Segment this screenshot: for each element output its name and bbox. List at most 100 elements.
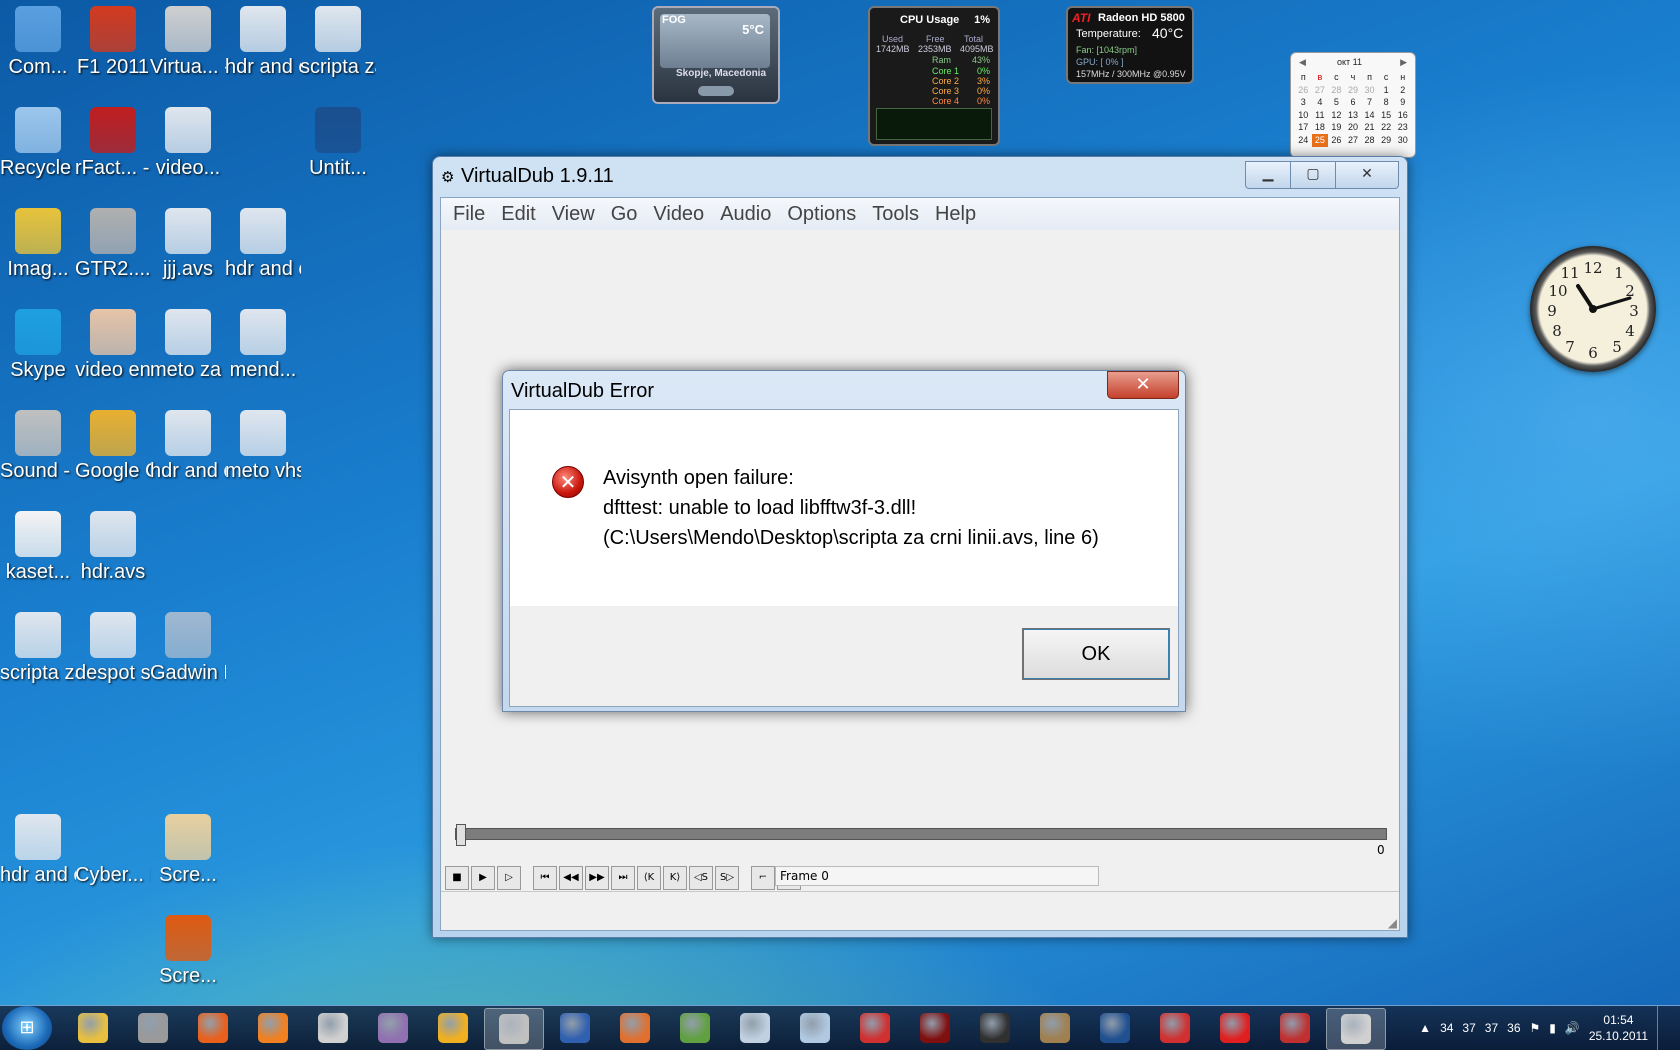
calendar-day[interactable]: 30 [1394,134,1411,147]
calendar-day[interactable]: 16 [1394,109,1411,122]
desktop-icon[interactable]: jjj.avs [150,204,226,314]
calendar-day[interactable]: 26 [1328,134,1345,147]
desktop-icon[interactable]: Cyber... Powe... [75,810,151,920]
ok-button[interactable]: OK [1022,628,1170,680]
desktop-icon[interactable]: Scre... [150,810,226,920]
step-back-button[interactable]: ◀◀ [559,866,583,890]
show-desktop-button[interactable] [1657,1006,1672,1050]
taskbar-app-button[interactable] [64,1008,122,1048]
desktop-icon[interactable]: meto za sv... [150,305,226,415]
tray-temp-4[interactable]: 36 [1507,1021,1520,1035]
taskbar-app-button[interactable] [124,1008,182,1048]
menu-options[interactable]: Options [779,203,864,226]
calendar-next-icon[interactable]: ▶ [1400,57,1407,68]
resize-grip-icon[interactable]: ◢ [1388,916,1397,930]
taskbar-app-button[interactable] [1146,1008,1204,1048]
calendar-day[interactable]: 17 [1295,121,1312,134]
tray-temp-1[interactable]: 34 [1440,1021,1453,1035]
desktop-icon[interactable]: F1 2011 [75,2,151,112]
maximize-button[interactable]: ▢ [1290,161,1336,189]
desktop-icon[interactable]: Recycle Bin [0,103,76,213]
calendar-day[interactable]: 27 [1312,84,1329,97]
calendar-day[interactable]: 22 [1378,121,1395,134]
volume-icon[interactable]: 🔊 [1565,1021,1580,1035]
calendar-day[interactable]: 9 [1394,96,1411,109]
desktop-icon[interactable]: Virtua... - Shor... [150,2,226,112]
calendar-day[interactable]: 10 [1295,109,1312,122]
desktop-icon[interactable]: Skype [0,305,76,415]
taskbar-app-button[interactable] [546,1008,604,1048]
taskbar-app-button[interactable] [244,1008,302,1048]
taskbar-clock[interactable]: 01:54 25.10.2011 [1589,1012,1648,1044]
close-button[interactable]: ✕ [1335,161,1399,189]
tray-temp-2[interactable]: 37 [1462,1021,1475,1035]
desktop-icon[interactable]: Untit... [300,103,376,213]
taskbar-app-button[interactable] [364,1008,422,1048]
calendar-day[interactable]: 26 [1295,84,1312,97]
calendar-day[interactable]: 27 [1345,134,1362,147]
action-center-flag-icon[interactable]: ⚑ [1530,1021,1541,1035]
taskbar-app-button[interactable] [1086,1008,1144,1048]
menu-help[interactable]: Help [927,203,984,226]
desktop-icon[interactable]: scripta za cr... [300,2,376,112]
next-keyframe-button[interactable]: K⟩ [663,866,687,890]
calendar-day[interactable]: 5 [1328,96,1345,109]
calendar-day[interactable]: 18 [1312,121,1329,134]
menu-tools[interactable]: Tools [864,203,927,226]
taskbar-app-button[interactable] [606,1008,664,1048]
calendar-day[interactable]: 29 [1345,84,1362,97]
menu-file[interactable]: File [445,203,493,226]
step-forward-button[interactable]: ▶▶ [585,866,609,890]
calendar-day[interactable]: 23 [1394,121,1411,134]
taskbar-app-button[interactable] [966,1008,1024,1048]
gpu-gadget[interactable]: ATI Radeon HD 5800 Temperature: 40°C Fan… [1066,6,1194,84]
menu-edit[interactable]: Edit [493,203,543,226]
calendar-day[interactable]: 6 [1345,96,1362,109]
desktop-icon[interactable]: meto vhs s... [225,406,301,516]
play-input-button[interactable]: ▶ [471,866,495,890]
stop-button[interactable]: ■ [445,866,469,890]
desktop-icon[interactable]: Gadwin PrintS... [150,608,226,718]
error-dialog[interactable]: VirtualDub Error ✕ ✕ Avisynth open failu… [502,370,1186,712]
prev-keyframe-button[interactable]: ⟨K [637,866,661,890]
calendar-day[interactable]: 11 [1312,109,1329,122]
taskbar-app-button[interactable] [1326,1008,1386,1050]
taskbar-app-button[interactable] [304,1008,362,1048]
calendar-day[interactable]: 28 [1361,134,1378,147]
desktop-icon[interactable]: hdr and convu... [225,204,301,314]
tray-temp-3[interactable]: 37 [1485,1021,1498,1035]
menu-audio[interactable]: Audio [712,203,779,226]
desktop-icon[interactable]: hdr and convu... [225,2,301,112]
calendar-day[interactable]: 15 [1378,109,1395,122]
play-output-button[interactable]: ▷ [497,866,521,890]
desktop-icon[interactable]: kaset... [0,507,76,617]
taskbar-app-button[interactable] [666,1008,724,1048]
show-hidden-icons-icon[interactable]: ▲ [1419,1021,1431,1035]
calendar-day[interactable]: 12 [1328,109,1345,122]
start-button[interactable]: ⊞ [2,1006,52,1050]
desktop-icon[interactable]: video... [150,103,226,213]
taskbar-app-button[interactable] [726,1008,784,1048]
taskbar-app-button[interactable] [786,1008,844,1048]
go-end-button[interactable]: ⏭ [611,866,635,890]
calendar-day[interactable]: 20 [1345,121,1362,134]
calendar-day[interactable]: 4 [1312,96,1329,109]
desktop-icon[interactable]: Google Chro... [75,406,151,516]
calendar-day[interactable]: 7 [1361,96,1378,109]
calendar-day[interactable]: 13 [1345,109,1362,122]
weather-gadget[interactable]: FOG 5°C Skopje, Macedonia [652,6,780,104]
taskbar-app-button[interactable] [184,1008,242,1048]
taskbar-app-button[interactable] [1026,1008,1084,1048]
minimize-button[interactable]: ▁ [1245,161,1291,189]
desktop-icon[interactable]: mend... [225,305,301,415]
calendar-prev-icon[interactable]: ◀ [1299,57,1306,68]
mark-in-button[interactable]: ⌐ [751,866,775,890]
calendar-gadget[interactable]: ◀ окт 11 ▶ п в с ч п с н 26 27 28 29 30 1 2 3 4 5 6 7 8 9 10 1… [1290,52,1416,158]
error-dialog-close-button[interactable]: ✕ [1107,371,1179,399]
calendar-day[interactable]: 29 [1378,134,1395,147]
calendar-day[interactable]: 19 [1328,121,1345,134]
desktop-icon[interactable]: Sound - Shor... [0,406,76,516]
calendar-day[interactable]: 1 [1378,84,1395,97]
taskbar-app-button[interactable] [906,1008,964,1048]
desktop-icon[interactable]: scripta za cr... [0,608,76,718]
